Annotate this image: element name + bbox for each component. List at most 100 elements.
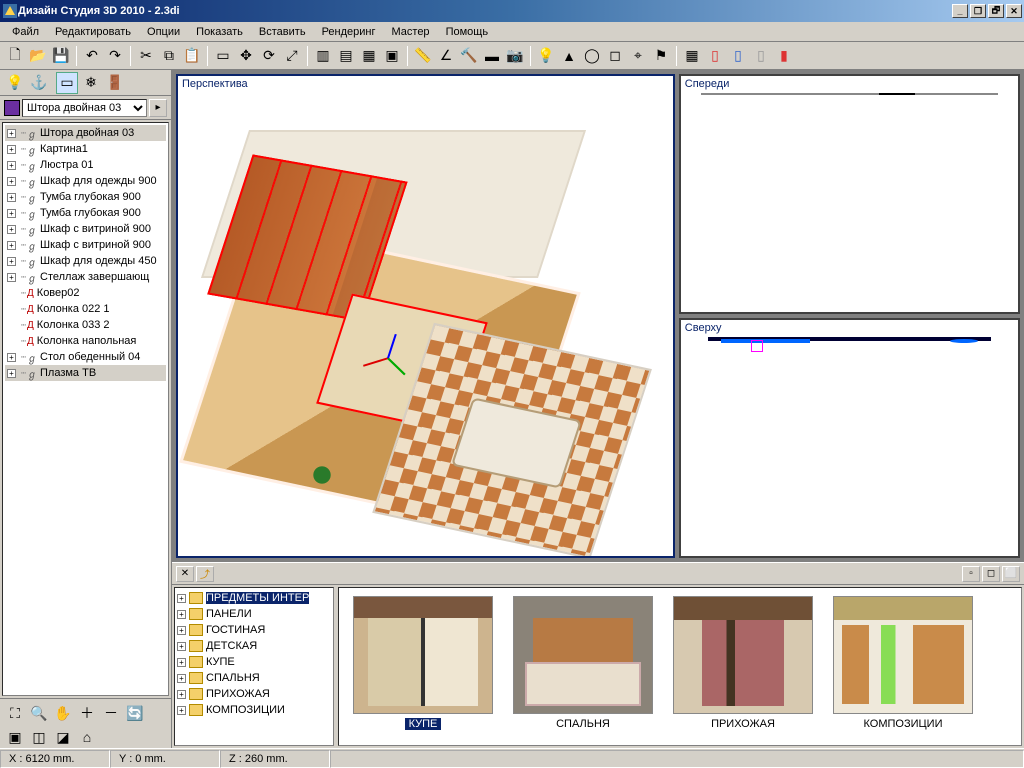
viewport-perspective-title[interactable]: Перспектива (178, 76, 673, 93)
expand-icon[interactable]: + (7, 241, 16, 250)
anchor-icon[interactable]: ⚓ (28, 72, 50, 94)
category-item[interactable]: +ДЕТСКАЯ (177, 638, 331, 654)
expand-icon[interactable]: + (177, 594, 186, 603)
viewport-front-title[interactable]: Спереди (681, 76, 1018, 93)
zoom-window-icon[interactable]: 🔍 (28, 702, 50, 724)
isolate-icon[interactable]: ▭ (56, 72, 78, 94)
perspective-scene[interactable] (178, 93, 673, 556)
category-item[interactable]: +СПАЛЬНЯ (177, 670, 331, 686)
expand-icon[interactable]: + (177, 626, 186, 635)
measure-icon[interactable]: 📏 (412, 45, 434, 67)
expand-icon[interactable]: + (177, 658, 186, 667)
scale-icon[interactable]: ⤢ (281, 45, 303, 67)
expand-icon[interactable]: + (177, 690, 186, 699)
fit-all-icon[interactable]: ◫ (28, 726, 50, 748)
snap3-icon[interactable]: ▯ (750, 45, 772, 67)
menu-show[interactable]: Показать (188, 24, 251, 40)
object-dropdown[interactable]: Штора двойная 03 (22, 99, 147, 117)
maximize-button[interactable]: ❐ (970, 4, 986, 18)
tree-item[interactable]: +···ℊШкаф с витриной 900 (5, 237, 166, 253)
tree-item[interactable]: ···ДКолонка 033 2 (5, 317, 166, 333)
wall-icon[interactable]: ▬ (481, 45, 503, 67)
category-item[interactable]: +ГОСТИНАЯ (177, 622, 331, 638)
gallery-up-icon[interactable]: ⤴ (196, 566, 214, 582)
view-reset-icon[interactable]: ⌂ (76, 726, 98, 748)
category-item[interactable]: +КОМПОЗИЦИИ (177, 702, 331, 718)
menu-edit[interactable]: Редактировать (47, 24, 139, 40)
zoom-extents-icon[interactable]: ⛶ (4, 702, 26, 724)
freeze-icon[interactable]: ❄ (80, 72, 102, 94)
minimize-button[interactable]: _ (952, 4, 968, 18)
menu-render[interactable]: Рендеринг (314, 24, 384, 40)
expand-icon[interactable]: + (177, 642, 186, 651)
expand-icon[interactable]: + (7, 193, 16, 202)
tree-item[interactable]: ···ДКолонка напольная (5, 333, 166, 349)
sphere-icon[interactable]: ◯ (581, 45, 603, 67)
expand-icon[interactable]: + (7, 225, 16, 234)
move-icon[interactable]: ✥ (235, 45, 257, 67)
viewport-front[interactable]: Спереди (679, 74, 1020, 314)
gallery-view-large-icon[interactable]: ⬜ (1002, 566, 1020, 582)
color-swatch[interactable] (4, 100, 20, 116)
zoom-out-icon[interactable]: － (100, 702, 122, 724)
expand-icon[interactable]: + (7, 257, 16, 266)
expand-icon[interactable]: + (177, 706, 186, 715)
tree-item[interactable]: +···ℊШтора двойная 03 (5, 125, 166, 141)
snap4-icon[interactable]: ▮ (773, 45, 795, 67)
menu-insert[interactable]: Вставить (251, 24, 314, 40)
copy-icon[interactable]: ⧉ (158, 45, 180, 67)
tree-item[interactable]: ···ДКовер02 (5, 285, 166, 301)
hammer-icon[interactable]: 🔨 (458, 45, 480, 67)
rotate-icon[interactable]: ⟳ (258, 45, 280, 67)
gallery-view-small-icon[interactable]: ▫ (962, 566, 980, 582)
object-go-button[interactable]: ▸ (149, 99, 167, 117)
zoom-in-icon[interactable]: ＋ (76, 702, 98, 724)
save-icon[interactable]: 💾 (50, 45, 72, 67)
tree-item[interactable]: +···ℊШкаф для одежды 450 (5, 253, 166, 269)
camera-icon[interactable]: 📷 (504, 45, 526, 67)
gallery-close-icon[interactable]: ✕ (176, 566, 194, 582)
door-icon[interactable]: 🚪 (104, 72, 126, 94)
layout1-icon[interactable]: ▥ (312, 45, 334, 67)
thumbnail[interactable]: КОМПОЗИЦИИ (833, 596, 973, 737)
expand-icon[interactable]: + (7, 129, 16, 138)
expand-icon[interactable]: + (7, 353, 16, 362)
tree-item[interactable]: +···ℊПлазма ТВ (5, 365, 166, 381)
tree-item[interactable]: +···ℊТумба глубокая 900 (5, 205, 166, 221)
category-item[interactable]: +ПРИХОЖАЯ (177, 686, 331, 702)
pan-icon[interactable]: ✋ (52, 702, 74, 724)
menu-help[interactable]: Помощь (438, 24, 497, 40)
bulb-icon[interactable]: 💡 (4, 72, 26, 94)
menu-master[interactable]: Мастер (384, 24, 438, 40)
layout2-icon[interactable]: ▤ (335, 45, 357, 67)
redo-icon[interactable]: ↷ (104, 45, 126, 67)
category-tree[interactable]: +ПРЕДМЕТЫ ИНТЕР+ПАНЕЛИ+ГОСТИНАЯ+ДЕТСКАЯ+… (174, 587, 334, 746)
cut-icon[interactable]: ✂ (135, 45, 157, 67)
fit-icon[interactable]: ▣ (4, 726, 26, 748)
menu-file[interactable]: Файл (4, 24, 47, 40)
thumbnail[interactable]: СПАЛЬНЯ (513, 596, 653, 737)
light-icon[interactable]: 💡 (535, 45, 557, 67)
expand-icon[interactable]: + (7, 369, 16, 378)
tree-item[interactable]: +···ℊТумба глубокая 900 (5, 189, 166, 205)
expand-icon[interactable]: + (7, 209, 16, 218)
select-icon[interactable]: ▭ (212, 45, 234, 67)
scene-tree[interactable]: +···ℊШтора двойная 03+···ℊКартина1+···ℊЛ… (2, 122, 169, 696)
tree-item[interactable]: +···ℊШкаф с витриной 900 (5, 221, 166, 237)
cone-icon[interactable]: ▲ (558, 45, 580, 67)
viewport-top[interactable]: Сверху (679, 318, 1020, 558)
thumbnail[interactable]: КУПЕ (353, 596, 493, 737)
thumbnail[interactable]: ПРИХОЖАЯ (673, 596, 813, 737)
tree-item[interactable]: +···ℊСтеллаж завершающ (5, 269, 166, 285)
undo-icon[interactable]: ↶ (81, 45, 103, 67)
expand-icon[interactable]: + (7, 161, 16, 170)
category-item[interactable]: +ПАНЕЛИ (177, 606, 331, 622)
close-button[interactable]: ✕ (1006, 4, 1022, 18)
expand-icon[interactable]: + (177, 674, 186, 683)
tree-item[interactable]: +···ℊКартина1 (5, 141, 166, 157)
menu-options[interactable]: Опции (139, 24, 188, 40)
tree-item[interactable]: +···ℊЛюстра 01 (5, 157, 166, 173)
new-icon[interactable]: 🗋 (4, 45, 26, 67)
thumbnail-strip[interactable]: КУПЕСПАЛЬНЯПРИХОЖАЯКОМПОЗИЦИИ (338, 587, 1022, 746)
fit-sel-icon[interactable]: ◪ (52, 726, 74, 748)
